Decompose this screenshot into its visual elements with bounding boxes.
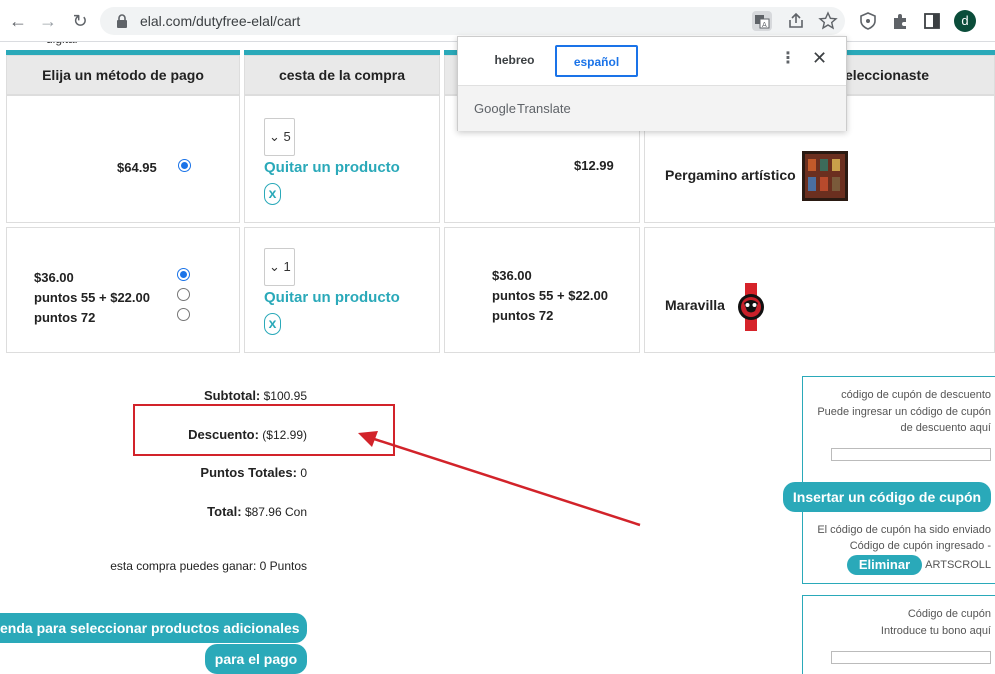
google-logo-text: Google: [474, 101, 516, 116]
row1-quantity-select[interactable]: ⌄ 5: [264, 118, 295, 156]
subtotal-label: Subtotal:: [203, 388, 261, 403]
row2-price-line-3: puntos 72: [492, 308, 554, 323]
row2-payment-option-3: puntos 72: [34, 310, 96, 325]
remove-coupon-button[interactable]: Eliminar: [847, 555, 922, 575]
chevron-down-icon: ⌄: [269, 259, 280, 274]
total-label: Total:: [207, 504, 242, 519]
puzzle-extensions-icon[interactable]: [890, 11, 910, 31]
row2-product-name: Maravilla: [665, 297, 725, 313]
coupon-entered-text: Código de cupón ingresado -: [849, 540, 991, 552]
row2-product-cell: Maravilla: [644, 227, 995, 353]
row1-unit-price: $12.99: [574, 158, 614, 173]
coupon-hint-line2: de descuento aquí: [900, 422, 991, 434]
svg-text:A: A: [762, 21, 767, 29]
subtotal-line: Subtotal: $100.95: [204, 388, 307, 403]
tab-source-language[interactable]: hebreo: [478, 45, 551, 77]
row1-product-name: Pergamino artístico: [665, 167, 796, 183]
row2-payment-radio-2[interactable]: [177, 288, 190, 301]
reload-icon[interactable]: ↻: [70, 11, 90, 31]
row2-payment-radio-3[interactable]: [177, 308, 190, 321]
total-points-value: 0: [300, 466, 307, 480]
chevron-down-icon: ⌄: [269, 129, 280, 144]
row2-price-line-1: $36.00: [492, 268, 532, 283]
row2-payment-option-1: $36.00: [34, 270, 74, 285]
row2-remove-x-button[interactable]: x: [264, 313, 281, 335]
coupon-sent-text: El código de cupón ha sido enviado: [817, 524, 991, 536]
voucher-hint: Introduce tu bono aquí: [880, 625, 991, 637]
earn-points-text: esta compra puedes ganar: 0 Puntos: [110, 559, 307, 573]
address-bar[interactable]: elal.com/dutyfree-elal/cart A: [100, 7, 845, 35]
row2-cart-cell: ⌄ 1 Quitar un producto x: [244, 227, 440, 353]
lock-icon: [117, 14, 127, 28]
cart-page: digital Elija un método de pago cesta de…: [0, 42, 995, 674]
row2-payment-option-2: puntos 55 + $22.00: [34, 290, 150, 305]
row1-qty-value: 5: [283, 129, 291, 144]
coupon-code-value: ARTSCROLL: [925, 559, 991, 571]
annotation-arrow: [358, 431, 641, 527]
row1-cart-cell: ⌄ 5 Quitar un producto x: [244, 95, 440, 223]
side-panel-icon[interactable]: [922, 11, 942, 31]
url-text[interactable]: elal.com/dutyfree-elal/cart: [140, 13, 300, 29]
close-icon[interactable]: ✕: [812, 49, 827, 67]
row2-qty-value: 1: [283, 259, 291, 274]
translate-footer: Google Translate: [458, 85, 846, 131]
translate-popup: hebreo español ⋮ ✕ Google Translate: [457, 36, 847, 131]
subtotal-value: $100.95: [263, 389, 307, 403]
header-payment-method: Elija un método de pago: [6, 55, 240, 95]
translate-label: Translate: [517, 101, 571, 116]
header-cart: cesta de la compra: [244, 55, 440, 95]
coupon-hint-line1: Puede ingresar un código de cupón: [817, 406, 991, 418]
total-points-label: Puntos Totales:: [200, 465, 297, 480]
share-icon[interactable]: [786, 11, 806, 31]
row1-remove-x-button[interactable]: x: [264, 183, 281, 205]
back-arrow-icon[interactable]: ←: [8, 11, 28, 31]
voucher-box: Código de cupón Introduce tu bono aquí: [802, 595, 995, 674]
row2-remove-product-link[interactable]: Quitar un producto: [264, 289, 400, 306]
row1-payment-radio[interactable]: [178, 159, 191, 172]
tab-target-language[interactable]: español: [555, 45, 638, 77]
total-line: Total: $87.96 Con: [207, 504, 307, 519]
row2-price-cell: $36.00 puntos 55 + $22.00 puntos 72: [444, 227, 640, 353]
row2-quantity-select[interactable]: ⌄ 1: [264, 248, 295, 286]
total-points-line: Puntos Totales: 0: [200, 465, 307, 480]
voucher-title: Código de cupón: [907, 608, 991, 620]
row1-remove-product-link[interactable]: Quitar un producto: [264, 159, 400, 176]
row1-payment-price: $64.95: [117, 160, 157, 175]
row2-payment-radio-1[interactable]: [177, 268, 190, 281]
bookmark-star-icon[interactable]: [818, 11, 838, 31]
voucher-input[interactable]: [831, 651, 991, 664]
row2-price-line-2: puntos 55 + $22.00: [492, 288, 608, 303]
translate-icon[interactable]: A: [752, 11, 772, 31]
proceed-to-payment-button[interactable]: para el pago: [205, 644, 307, 674]
row1-payment-cell: $64.95: [6, 95, 240, 223]
coupon-box: código de cupón de descuento Puede ingre…: [802, 376, 995, 584]
forward-arrow-icon[interactable]: →: [38, 11, 58, 31]
coupon-code-input[interactable]: [831, 448, 991, 461]
continue-shopping-button[interactable]: enda para seleccionar productos adiciona…: [0, 613, 307, 643]
cut-off-text: digital: [46, 42, 77, 46]
product-thumbnail-watch[interactable]: [735, 283, 767, 331]
profile-avatar[interactable]: d: [954, 10, 976, 32]
total-value: $87.96 Con: [244, 505, 307, 519]
row2-payment-cell: $36.00 puntos 55 + $22.00 puntos 72: [6, 227, 240, 353]
insert-coupon-button[interactable]: Insertar un código de cupón: [783, 482, 991, 512]
coupon-title: código de cupón de descuento: [841, 389, 991, 401]
more-options-icon[interactable]: ⋮: [780, 51, 796, 67]
product-thumbnail-scroll[interactable]: [802, 151, 848, 201]
shield-extension-icon[interactable]: [858, 11, 878, 31]
